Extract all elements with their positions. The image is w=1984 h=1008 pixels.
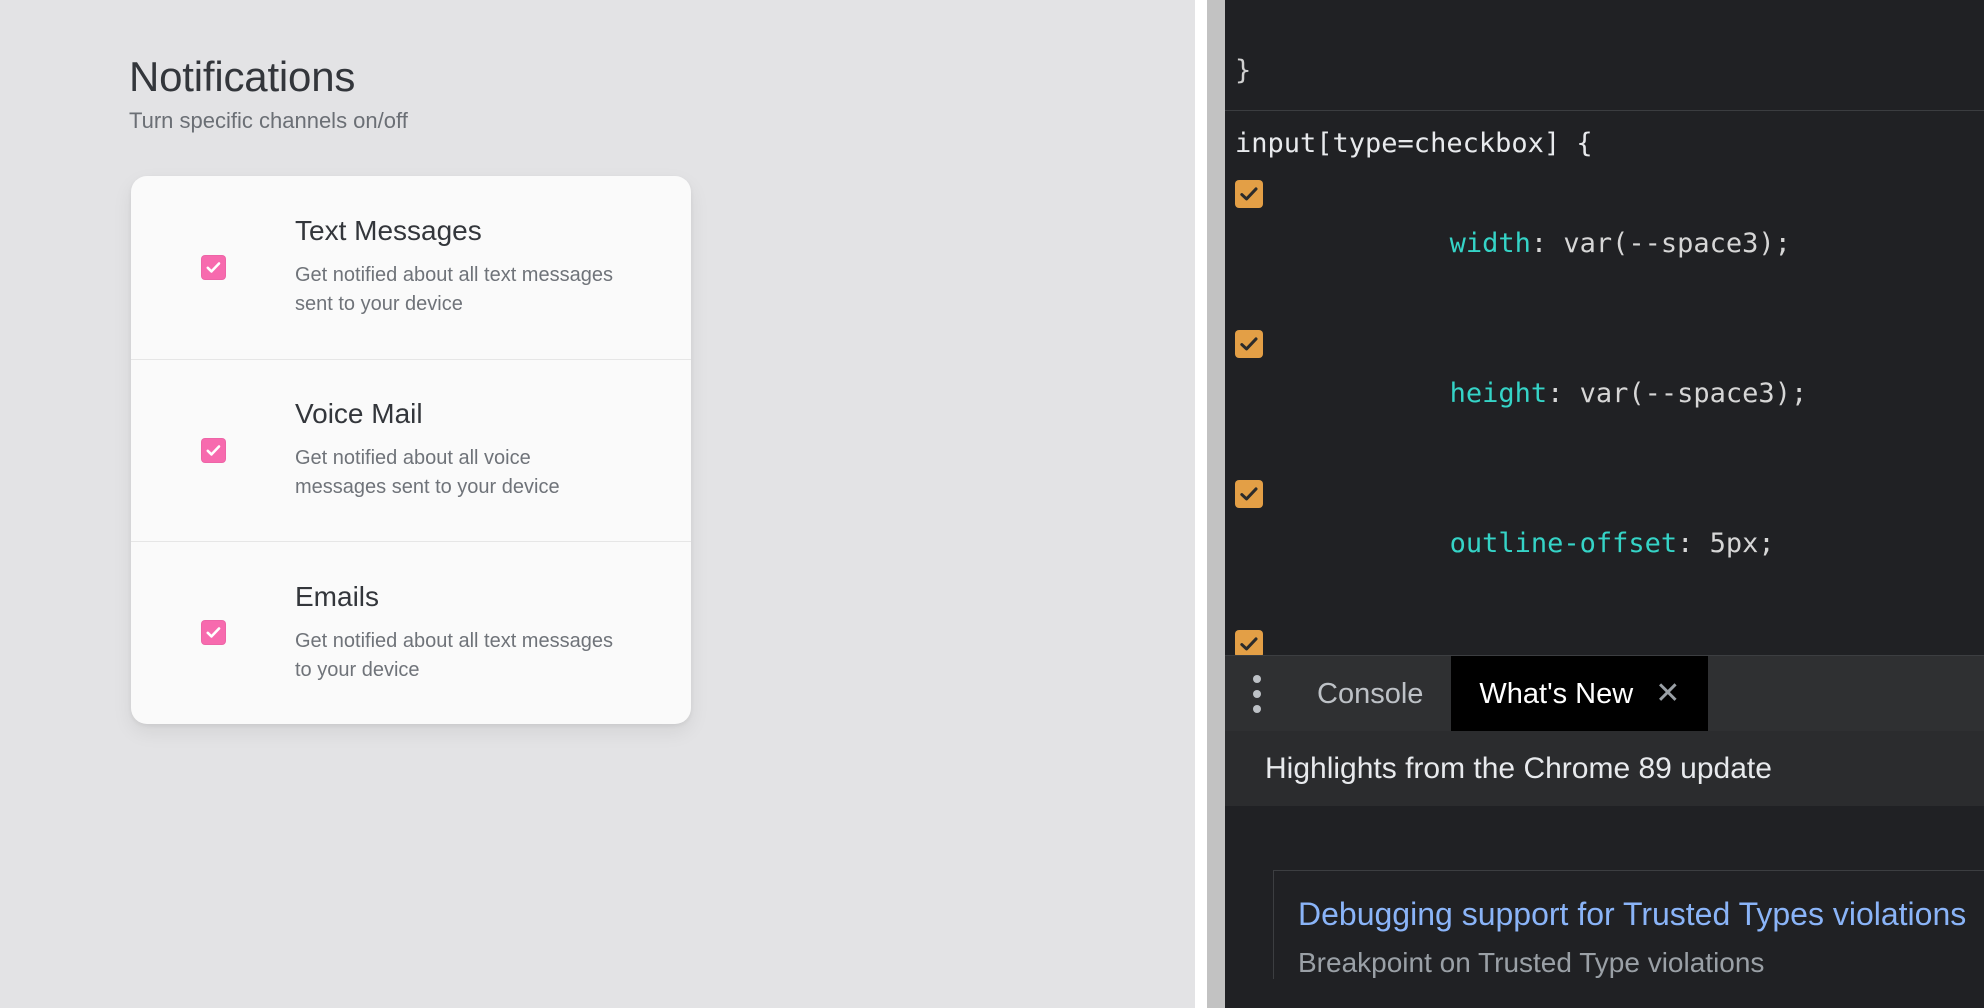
page-scrollbar-track[interactable]: [1207, 0, 1225, 1008]
css-selector[interactable]: input[type=checkbox] {: [1225, 119, 1984, 169]
css-property-value[interactable]: var(--space3);: [1580, 378, 1808, 409]
tab-label: What's New: [1479, 678, 1633, 711]
check-icon: [1238, 633, 1260, 655]
row-title: Voice Mail: [295, 398, 671, 430]
checkbox-cell: [131, 438, 295, 463]
checkbox-emails[interactable]: [201, 620, 226, 645]
previous-rule-close-brace: }: [1225, 46, 1984, 96]
devtools-panel: } input[type=checkbox] { width: var(--sp…: [1225, 0, 1984, 1008]
previous-rule-tail: [1225, 0, 1984, 46]
css-declaration-height[interactable]: height: var(--space3);: [1225, 319, 1984, 469]
screen-root: Notifications Turn specific channels on/…: [0, 0, 1984, 1008]
whats-new-body: Debugging support for Trusted Types viol…: [1225, 806, 1984, 1008]
check-icon: [1238, 183, 1260, 205]
page-title: Notifications: [129, 54, 355, 100]
whats-new-item-subtitle: Breakpoint on Trusted Type violations: [1298, 947, 1984, 979]
check-icon: [205, 624, 222, 641]
check-icon: [205, 442, 222, 459]
css-declaration-width[interactable]: width: var(--space3);: [1225, 169, 1984, 319]
checkbox-text-messages[interactable]: [201, 255, 226, 280]
check-icon: [1238, 483, 1260, 505]
notification-row-voice-mail[interactable]: Voice Mail Get notified about all voice …: [131, 359, 691, 542]
page-subtitle: Turn specific channels on/off: [129, 108, 408, 134]
row-text: Emails Get notified about all text messa…: [295, 581, 691, 686]
row-text: Text Messages Get notified about all tex…: [295, 215, 691, 320]
whats-new-item[interactable]: Debugging support for Trusted Types viol…: [1273, 870, 1984, 979]
row-description: Get notified about all text messages sen…: [295, 261, 625, 319]
css-declaration-outline-offset[interactable]: outline-offset: 5px;: [1225, 469, 1984, 619]
row-description: Get notified about all text messages to …: [295, 627, 625, 685]
drawer-tab-bar: Console What's New ✕: [1225, 655, 1984, 732]
declaration-checkbox[interactable]: [1235, 330, 1263, 358]
css-property-name[interactable]: height: [1450, 378, 1548, 409]
row-title: Emails: [295, 581, 671, 613]
dot: [1253, 705, 1261, 713]
check-icon: [205, 259, 222, 276]
web-page-pane: Notifications Turn specific channels on/…: [0, 0, 1203, 1008]
css-property-name[interactable]: outline-offset: [1450, 528, 1678, 559]
more-options-icon[interactable]: [1225, 675, 1289, 713]
check-icon: [1238, 333, 1260, 355]
declaration-checkbox[interactable]: [1235, 480, 1263, 508]
styles-pane: } input[type=checkbox] { width: var(--sp…: [1225, 0, 1984, 660]
tab-whats-new[interactable]: What's New ✕: [1451, 656, 1708, 732]
checkbox-voice-mail[interactable]: [201, 438, 226, 463]
notifications-card: Text Messages Get notified about all tex…: [131, 176, 691, 724]
dot: [1253, 690, 1261, 698]
close-icon[interactable]: ✕: [1655, 679, 1680, 709]
whats-new-item-title[interactable]: Debugging support for Trusted Types viol…: [1298, 895, 1984, 933]
row-description: Get notified about all voice messages se…: [295, 444, 625, 502]
row-text: Voice Mail Get notified about all voice …: [295, 398, 691, 503]
declaration-checkbox[interactable]: [1235, 630, 1263, 658]
rule-separator: [1225, 110, 1984, 111]
row-title: Text Messages: [295, 215, 671, 247]
declaration-checkbox[interactable]: [1235, 180, 1263, 208]
tab-label: Console: [1317, 678, 1423, 711]
whats-new-header-text: Highlights from the Chrome 89 update: [1225, 752, 1772, 786]
notification-row-text-messages[interactable]: Text Messages Get notified about all tex…: [131, 176, 691, 359]
css-property-value[interactable]: 5px;: [1710, 528, 1775, 559]
checkbox-cell: [131, 255, 295, 280]
tab-console[interactable]: Console: [1289, 656, 1451, 732]
css-property-value[interactable]: var(--space3);: [1563, 228, 1791, 259]
whats-new-header: Highlights from the Chrome 89 update: [1225, 731, 1984, 807]
checkbox-cell: [131, 620, 295, 645]
css-property-name[interactable]: width: [1450, 228, 1531, 259]
notification-row-emails[interactable]: Emails Get notified about all text messa…: [131, 541, 691, 724]
pane-divider: [1195, 0, 1207, 1008]
dot: [1253, 675, 1261, 683]
